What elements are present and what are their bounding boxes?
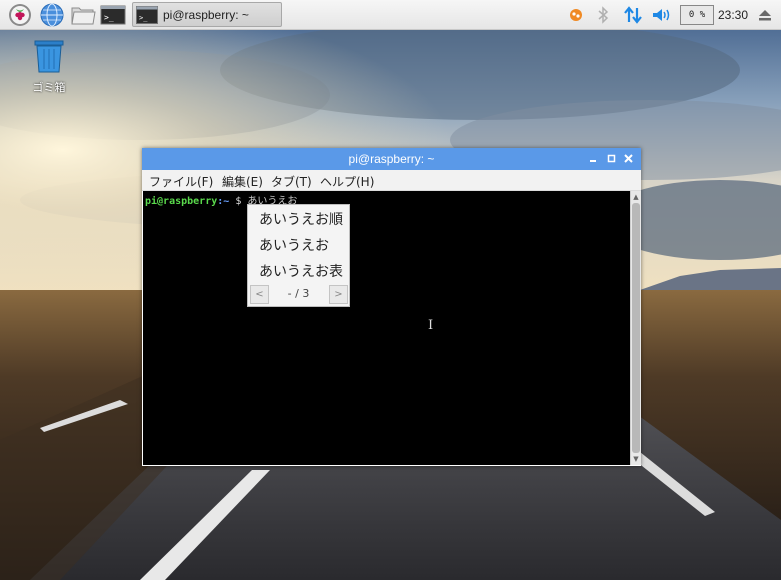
terminal-icon: >_: [136, 6, 158, 24]
menu-tabs[interactable]: タブ(T): [271, 173, 312, 190]
terminal-scrollbar[interactable]: ▲ ▼: [630, 191, 641, 465]
ime-candidate[interactable]: あいうえお順: [259, 209, 343, 229]
scroll-up-icon[interactable]: ▲: [632, 193, 640, 201]
terminal-output[interactable]: pi@raspberry:~ $ あいうえお: [143, 191, 630, 465]
trash-desktop-icon[interactable]: ゴミ箱: [27, 40, 71, 95]
svg-text:>_: >_: [104, 13, 114, 22]
bluetooth-icon[interactable]: [597, 6, 609, 27]
web-browser-icon[interactable]: [40, 3, 64, 27]
menu-help[interactable]: ヘルプ(H): [320, 173, 374, 190]
ime-next-button[interactable]: >: [329, 285, 348, 304]
prompt-path: :~: [217, 196, 230, 207]
terminal-icon[interactable]: >_: [100, 3, 126, 27]
file-manager-icon[interactable]: [70, 3, 96, 27]
close-icon[interactable]: [623, 153, 634, 164]
mouse-cursor-ibeam: I: [428, 318, 434, 333]
menu-file[interactable]: ファイル(F): [149, 173, 213, 190]
window-titlebar[interactable]: pi@raspberry: ~: [142, 148, 641, 170]
trash-icon: [34, 40, 64, 73]
ime-candidate[interactable]: あいうえお: [259, 235, 329, 255]
input-method-icon[interactable]: [569, 8, 583, 25]
maximize-icon[interactable]: [606, 153, 617, 164]
cpu-monitor[interactable]: 0 %: [680, 5, 714, 25]
ime-candidate[interactable]: あいうえお表: [259, 261, 343, 281]
taskbar-window-label: pi@raspberry: ~: [163, 8, 249, 22]
ime-candidate-popup: あいうえお順 あいうえお あいうえお表 < - / 3 >: [247, 204, 350, 307]
minimize-icon[interactable]: [588, 153, 599, 164]
raspberry-menu-icon[interactable]: [8, 3, 32, 27]
taskbar: >_ >_ pi@raspberry: ~ 0 % 23:30: [0, 0, 781, 30]
window-title: pi@raspberry: ~: [348, 152, 435, 166]
prompt-symbol: $: [229, 196, 248, 207]
prompt-user: pi@raspberry: [145, 196, 218, 207]
trash-label: ゴミ箱: [32, 81, 66, 94]
clock[interactable]: 23:30: [718, 8, 748, 22]
svg-text:>_: >_: [139, 14, 148, 22]
scroll-thumb[interactable]: [632, 203, 640, 453]
volume-icon[interactable]: [652, 8, 672, 25]
menubar: ファイル(F) 編集(E) タブ(T) ヘルプ(H): [142, 170, 641, 191]
network-icon[interactable]: [624, 6, 642, 27]
ime-pager: < - / 3 >: [248, 283, 349, 306]
terminal-window[interactable]: pi@raspberry: ~ ファイル(F) 編集(E) タブ(T) ヘルプ(…: [142, 148, 641, 466]
menu-edit[interactable]: 編集(E): [222, 173, 263, 190]
scroll-down-icon[interactable]: ▼: [632, 455, 640, 463]
taskbar-window-button[interactable]: >_ pi@raspberry: ~: [132, 2, 282, 27]
eject-icon[interactable]: [758, 8, 772, 25]
